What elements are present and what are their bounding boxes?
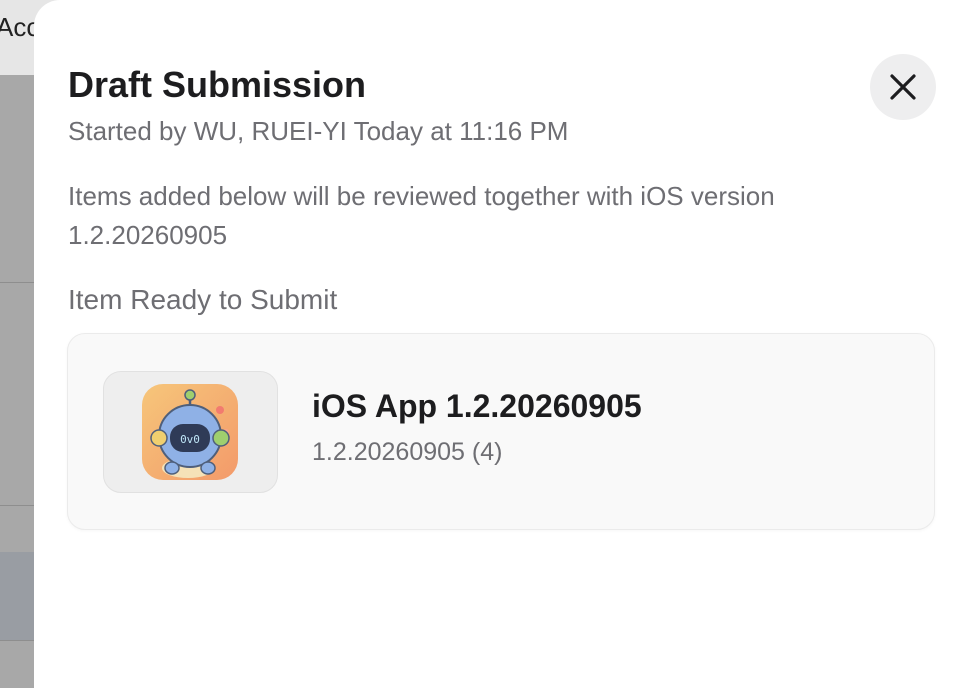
modal-subtitle: Started by WU, RUEI-YI Today at 11:16 PM: [68, 116, 569, 146]
app-icon: 0v0: [142, 384, 238, 480]
submission-description: Items added below will be reviewed toget…: [68, 181, 775, 250]
item-title: iOS App 1.2.20260905: [312, 388, 642, 424]
svg-text:0v0: 0v0: [180, 433, 200, 446]
item-build-number: 1.2.20260905 (4): [312, 438, 503, 466]
close-button[interactable]: [870, 54, 936, 120]
draft-submission-modal: Draft Submission Started by WU, RUEI-YI …: [34, 0, 978, 700]
modal-title: Draft Submission: [68, 64, 367, 105]
app-icon-tile: 0v0: [103, 371, 278, 493]
close-icon: [890, 74, 916, 100]
section-heading: Item Ready to Submit: [68, 284, 338, 315]
submission-item-card[interactable]: 0v0 iOS App 1.2.20260905 1.2.20260905 (4…: [67, 333, 935, 530]
